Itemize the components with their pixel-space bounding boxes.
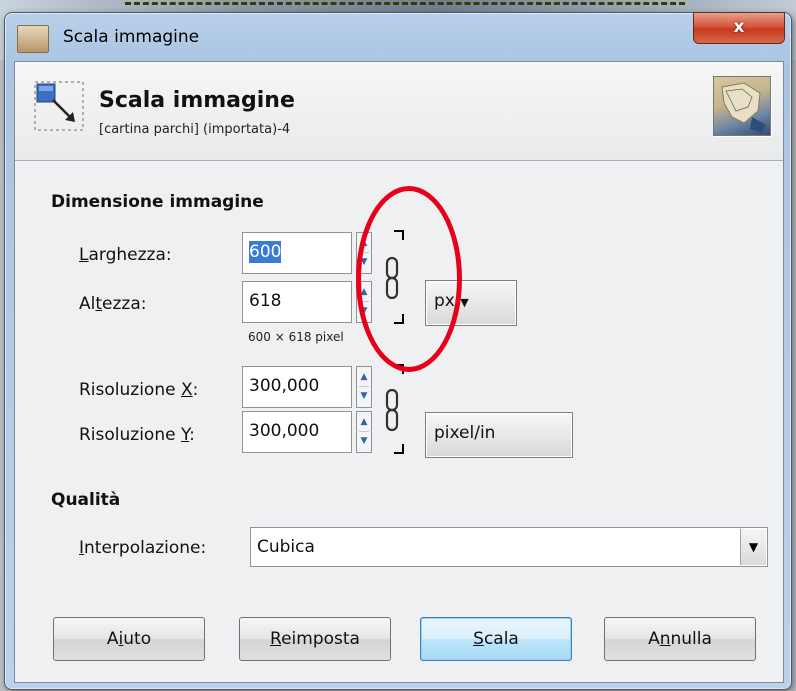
scale-label-mnemonic: S xyxy=(473,629,484,649)
cancel-label-mnemonic: n xyxy=(659,629,671,649)
reset-label-rest: eimposta xyxy=(281,629,360,649)
help-button[interactable]: Aiuto xyxy=(53,617,205,661)
annotation-ellipse xyxy=(356,186,462,372)
res-x-spinner[interactable]: ▲ ▼ xyxy=(356,366,372,408)
scale-label-rest: cala xyxy=(483,629,519,649)
scale-image-icon xyxy=(34,81,84,131)
width-value: 600 xyxy=(249,241,282,263)
res-y-value: 300,000 xyxy=(249,421,320,441)
pixel-size-readout: 600 × 618 pixel xyxy=(248,330,344,344)
interpolation-label-rest: nterpolazione: xyxy=(84,538,207,558)
height-value: 618 xyxy=(249,291,282,311)
section-title-quality: Qualità xyxy=(51,490,121,510)
res-y-label-prefix: Risoluzione xyxy=(79,425,181,445)
section-title-image-size: Dimensione immagine xyxy=(51,192,264,212)
cancel-label-prefix: A xyxy=(648,629,660,649)
reset-label-mnemonic: R xyxy=(270,629,282,649)
help-label-prefix: A xyxy=(106,629,119,649)
image-preview-thumbnail xyxy=(713,76,771,136)
height-label-prefix: Al xyxy=(79,294,96,314)
dropdown-arrow-icon[interactable]: ▼ xyxy=(740,529,766,565)
resolution-chain[interactable] xyxy=(380,364,410,456)
spin-down-icon[interactable]: ▼ xyxy=(359,388,369,405)
title-bar[interactable]: Scala immagine x xyxy=(5,12,791,63)
interpolation-label: Interpolazione: xyxy=(79,538,206,558)
dialog-window: Scala immagine x Scala immagine [cartina… xyxy=(4,12,792,690)
res-x-label-rest: : xyxy=(192,380,199,400)
help-label-rest: uto xyxy=(123,629,152,649)
resolution-unit-selector[interactable]: pixel/in xyxy=(425,412,573,458)
res-y-label-mnemonic: Y xyxy=(180,425,190,445)
close-icon: x xyxy=(733,17,745,37)
cancel-label-rest: nulla xyxy=(670,629,712,649)
dialog-heading: Scala immagine xyxy=(99,88,295,113)
chain-bracket-bottom xyxy=(394,444,404,454)
close-button[interactable]: x xyxy=(693,12,785,44)
height-label-rest: ezza: xyxy=(102,294,147,314)
chain-link-icon xyxy=(385,388,399,432)
spin-up-icon[interactable]: ▲ xyxy=(359,369,369,387)
res-x-value: 300,000 xyxy=(249,376,320,396)
cancel-button[interactable]: Annulla xyxy=(604,617,756,661)
reset-button[interactable]: Reimposta xyxy=(239,617,391,661)
res-x-label: Risoluzione X: xyxy=(79,380,198,400)
height-input[interactable]: 618 xyxy=(242,281,352,323)
res-y-input[interactable]: 300,000 xyxy=(242,411,352,453)
width-label: Larghezza: xyxy=(79,245,172,265)
spin-up-icon[interactable]: ▲ xyxy=(359,414,369,432)
dialog-header: Scala immagine [cartina parchi] (importa… xyxy=(15,62,783,161)
spin-down-icon[interactable]: ▼ xyxy=(359,433,369,450)
res-y-spinner[interactable]: ▲ ▼ xyxy=(356,411,372,453)
interpolation-select[interactable]: Cubica ▼ xyxy=(250,527,768,567)
interpolation-value: Cubica xyxy=(257,537,315,557)
res-y-label: Risoluzione Y: xyxy=(79,425,195,445)
background-selection-marquee xyxy=(125,2,685,5)
image-name: [cartina parchi] (importata)-4 xyxy=(99,122,291,137)
scale-button[interactable]: Scala xyxy=(420,617,572,661)
chevron-down-icon: ▼ xyxy=(460,296,469,309)
resolution-unit-value: pixel/in xyxy=(434,423,496,443)
width-input[interactable]: 600 xyxy=(242,232,352,274)
res-x-label-mnemonic: X xyxy=(180,380,193,400)
width-label-rest: arghezza: xyxy=(88,245,172,265)
app-icon xyxy=(17,25,49,53)
res-y-label-rest: : xyxy=(189,425,195,445)
res-x-label-prefix: Risoluzione xyxy=(79,380,181,400)
window-title: Scala immagine xyxy=(63,27,200,47)
height-label: Altezza: xyxy=(79,294,146,314)
res-x-input[interactable]: 300,000 xyxy=(242,366,352,408)
dialog-body: Scala immagine [cartina parchi] (importa… xyxy=(14,61,784,683)
